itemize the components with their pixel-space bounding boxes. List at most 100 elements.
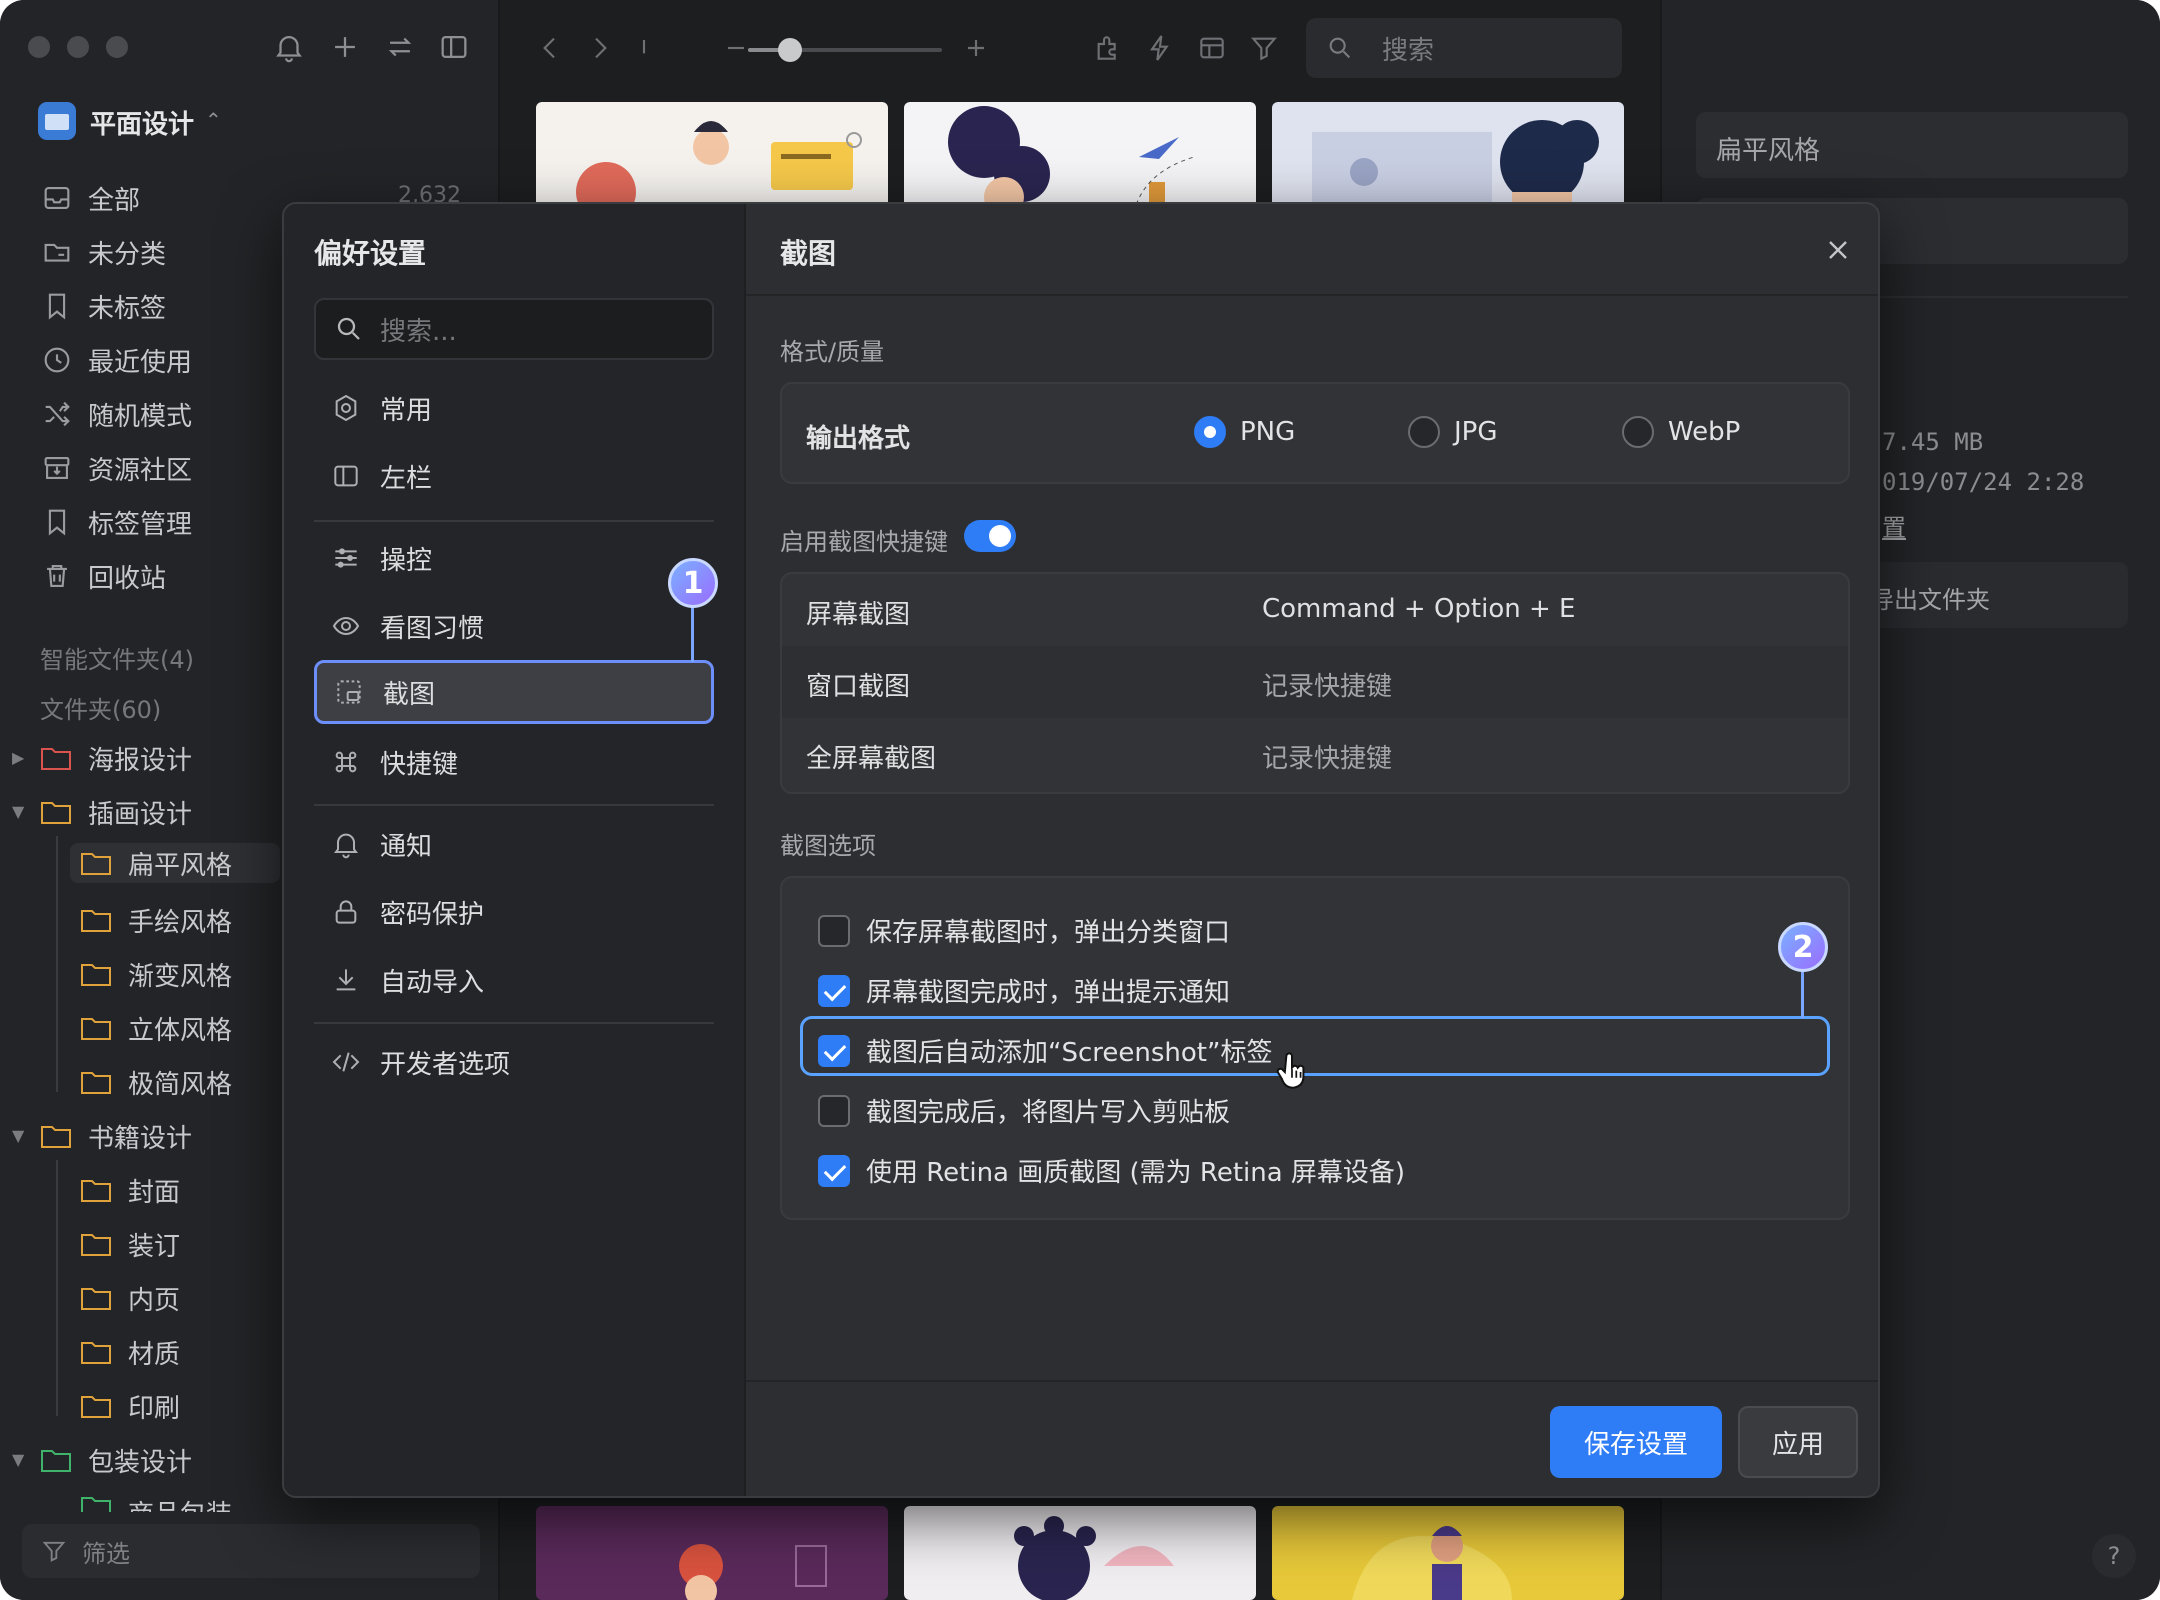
format-radio-png[interactable]: PNG: [1194, 416, 1295, 448]
help-button[interactable]: ?: [2092, 1534, 2136, 1578]
nav-item-developer[interactable]: 开发者选项: [314, 1030, 714, 1094]
close-icon[interactable]: [1822, 234, 1854, 266]
collapse-caret-icon[interactable]: ▼: [12, 1126, 24, 1145]
shortcut-row[interactable]: 屏幕截图 Command + Option + E: [782, 574, 1848, 646]
folder-item[interactable]: 装订: [80, 1224, 180, 1264]
folder-item[interactable]: 手绘风格: [80, 900, 232, 940]
search-input[interactable]: 搜索: [1306, 18, 1622, 78]
nav-label: 左栏: [380, 463, 433, 494]
radio-dot-selected: [1194, 416, 1226, 448]
zoom-in-icon[interactable]: [960, 32, 992, 64]
expand-caret-icon[interactable]: ▶: [12, 748, 24, 767]
nav-item-controls[interactable]: 操控: [314, 526, 714, 590]
thumbnail-image[interactable]: [1272, 1506, 1624, 1600]
sidebar-item-untagged[interactable]: 未标签: [40, 286, 166, 326]
folder-item[interactable]: 封面: [80, 1170, 180, 1210]
folder-name-field[interactable]: 扁平风格: [1696, 112, 2128, 178]
nav-item-sidebar[interactable]: 左栏: [314, 444, 714, 508]
thumbnail-image[interactable]: [536, 1506, 888, 1600]
layout-icon[interactable]: [1196, 32, 1228, 64]
folder-name-value: 扁平风格: [1716, 135, 1821, 165]
nav-item-password[interactable]: 密码保护: [314, 880, 714, 944]
sidebar-item-all[interactable]: 全部: [40, 178, 140, 218]
folder-item[interactable]: 内页: [80, 1278, 180, 1318]
folder-item[interactable]: 插画设计: [40, 792, 192, 832]
radio-dot: [1622, 416, 1654, 448]
folder-item[interactable]: 极简风格: [80, 1062, 232, 1102]
apply-button[interactable]: 应用: [1738, 1406, 1858, 1478]
format-radio-jpg[interactable]: JPG: [1408, 416, 1498, 448]
forward-arrow-icon[interactable]: [584, 32, 616, 64]
library-name[interactable]: 平面设计: [90, 104, 194, 141]
folder-item[interactable]: 包装设计: [40, 1440, 192, 1480]
nav-item-notifications[interactable]: 通知: [314, 812, 714, 876]
option-checkbox-row[interactable]: 使用 Retina 画质截图 (需为 Retina 屏幕设备): [818, 1152, 1405, 1189]
folder-item[interactable]: 印刷: [80, 1386, 180, 1426]
shortcut-row[interactable]: 全屏幕截图 记录快捷键: [782, 718, 1848, 790]
save-settings-button[interactable]: 保存设置: [1550, 1406, 1722, 1478]
smart-folders-header[interactable]: 智能文件夹(4): [40, 640, 194, 675]
folder-item[interactable]: 渐变风格: [80, 954, 232, 994]
sidebar-item-label: 标签管理: [88, 509, 193, 540]
zoom-window-button[interactable]: [106, 36, 128, 58]
thumbnail-image[interactable]: [536, 102, 888, 212]
shortcut-toggle[interactable]: [964, 520, 1016, 552]
callout-connector: [691, 606, 694, 662]
shortcut-row[interactable]: 窗口截图 记录快捷键: [782, 646, 1848, 718]
nav-item-viewing[interactable]: 看图习惯: [314, 594, 714, 658]
filter-icon: [42, 1541, 66, 1562]
extension-icon[interactable]: [1092, 32, 1124, 64]
folder-item[interactable]: 海报设计: [40, 738, 192, 778]
minimize-window-button[interactable]: [67, 36, 89, 58]
sidebar-item-unfiled[interactable]: 未分类: [40, 232, 166, 272]
sidebar-item-community[interactable]: 资源社区: [40, 448, 192, 488]
folder-item[interactable]: 书籍设计: [40, 1116, 192, 1156]
inbox-icon: [44, 187, 70, 209]
zoom-out-icon[interactable]: [720, 32, 752, 64]
sidebar-item-recent[interactable]: 最近使用: [40, 340, 192, 380]
nav-item-auto-import[interactable]: 自动导入: [314, 948, 714, 1012]
filter-bar[interactable]: 筛选: [22, 1524, 480, 1578]
sidebar-item-trash[interactable]: 回收站: [40, 556, 166, 596]
close-window-button[interactable]: [28, 36, 50, 58]
folder-item[interactable]: 材质: [80, 1332, 180, 1372]
nav-item-general[interactable]: 常用: [314, 376, 714, 440]
nav-item-shortcuts[interactable]: 快捷键: [314, 730, 714, 794]
back-arrow-icon[interactable]: [534, 32, 566, 64]
swap-icon[interactable]: [383, 30, 417, 64]
filter-icon[interactable]: [1248, 32, 1280, 64]
library-icon: [38, 102, 76, 140]
library-switch-chevron-icon[interactable]: ⌃: [205, 108, 222, 132]
format-radio-webp[interactable]: WebP: [1622, 416, 1740, 448]
folder-label: 材质: [128, 1339, 181, 1370]
plus-icon[interactable]: [328, 30, 362, 64]
folder-item-selected[interactable]: 扁平风格: [70, 843, 280, 883]
zoom-slider-knob[interactable]: [778, 38, 802, 62]
preferences-search-input[interactable]: 搜索...: [314, 298, 714, 360]
folder-item-partial[interactable]: 商品包装: [80, 1494, 232, 1512]
folder-item[interactable]: 立体风格: [80, 1008, 232, 1048]
checkbox-checked[interactable]: [818, 1154, 850, 1187]
sidebar-toggle-icon[interactable]: [437, 30, 471, 64]
sidebar-item-random[interactable]: 随机模式: [40, 394, 192, 434]
thumbnail-image[interactable]: [1272, 102, 1624, 212]
option-checkbox-row[interactable]: 截图完成后，将图片写入剪贴板: [818, 1092, 1230, 1129]
option-checkbox-row[interactable]: 屏幕截图完成时，弹出提示通知: [818, 972, 1230, 1009]
collapse-caret-icon[interactable]: ▼: [12, 802, 24, 821]
sort-icon[interactable]: [628, 32, 660, 64]
sidebar-item-tags[interactable]: 标签管理: [40, 502, 192, 542]
nav-item-screenshot[interactable]: 截图: [314, 660, 714, 724]
option-checkbox-row[interactable]: 保存屏幕截图时，弹出分类窗口: [818, 912, 1230, 949]
lock-icon: [335, 900, 357, 924]
checkbox[interactable]: [818, 914, 850, 947]
checkbox-checked[interactable]: [818, 974, 850, 1007]
collapse-caret-icon[interactable]: ▼: [12, 1450, 24, 1469]
sidebar-item-label: 回收站: [88, 563, 167, 594]
bell-icon[interactable]: [272, 30, 306, 64]
thumbnail-image[interactable]: [904, 1506, 1256, 1600]
thumbnail-image[interactable]: [904, 102, 1256, 212]
lightning-icon[interactable]: [1144, 32, 1176, 64]
checkbox[interactable]: [818, 1094, 850, 1127]
settings-link[interactable]: 置: [1882, 508, 1906, 543]
folders-header[interactable]: 文件夹(60): [40, 690, 161, 725]
